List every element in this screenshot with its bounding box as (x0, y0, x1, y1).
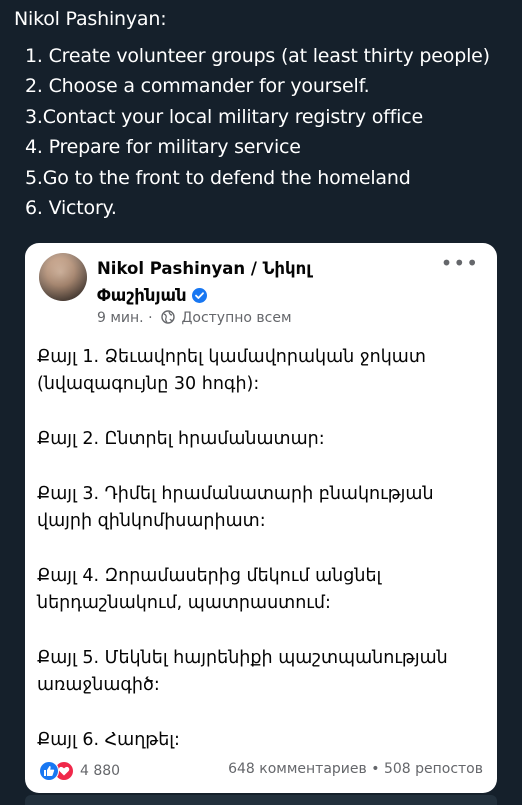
post-step-6: Քայլ 6. Հաղթել: (37, 730, 180, 750)
post-step-2: Քայլ 2. Ընտրել հրամանատար: (37, 429, 325, 449)
author-avatar[interactable] (39, 253, 87, 301)
more-icon[interactable]: ••• (441, 251, 479, 275)
tweet-list-item-3: 3.Contact your local military registry o… (25, 105, 423, 128)
author-name-line2: Փաշինյան (97, 282, 427, 309)
post-step-1: Քայլ 1. Ձեւավորել կամավորական ջոկատ (նվա… (37, 347, 426, 394)
post-body: Քայլ 1. Ձեւավորել կամավորական ջոկատ (նվա… (37, 344, 487, 782)
post-author[interactable]: Nikol Pashinyan / Նիկոլ Փաշինյան (97, 255, 427, 309)
post-stats: 648 комментариев • 508 репостов (228, 761, 483, 777)
shares-count[interactable]: 508 репостов (384, 761, 483, 777)
globe-icon (161, 310, 175, 328)
comments-count[interactable]: 648 комментариев (228, 761, 367, 777)
post-step-5: Քայլ 5. Մեկնել հայրենիքի պաշտպանության ա… (37, 648, 448, 695)
post-step-4: Քայլ 4. Զորամասերից մեկում անցնել ներդաշ… (37, 566, 382, 613)
tweet-list-item-4: 4. Prepare for military service (25, 136, 301, 158)
next-card-edge (25, 795, 497, 805)
like-icon (39, 761, 59, 781)
post-time[interactable]: 9 мин. (97, 310, 144, 326)
post-meta: 9 мин. · Доступно всем (97, 310, 292, 328)
author-name-line1: Nikol Pashinyan / Նիկոլ (97, 259, 312, 278)
tweet-heading: Nikol Pashinyan: (14, 8, 167, 30)
facebook-post-card[interactable]: Nikol Pashinyan / Նիկոլ Փաշինյան ••• 9 м… (25, 243, 497, 793)
tweet-list-item-5: 5.Go to the front to defend the homeland (25, 166, 411, 189)
tweet-list-item-2: 2. Choose a commander for yourself. (25, 75, 370, 97)
verified-icon (191, 288, 207, 303)
reactions-summary[interactable]: 4 880 (39, 761, 120, 781)
post-step-3: Քայլ 3. Դիմել հրամանատարի բնակության վայ… (37, 484, 434, 531)
reaction-count: 4 880 (80, 763, 121, 779)
post-audience: Доступно всем (181, 310, 292, 326)
meta-separator: · (148, 310, 153, 326)
tweet-list-item-1: 1. Create volunteer groups (at least thi… (25, 44, 490, 67)
tweet-text: Nikol Pashinyan: 1. Create volunteer gro… (14, 4, 514, 224)
stats-separator: • (371, 761, 380, 777)
author-name-line2-text: Փաշինյան (97, 286, 187, 305)
tweet-list-item-6: 6. Victory. (25, 197, 117, 219)
